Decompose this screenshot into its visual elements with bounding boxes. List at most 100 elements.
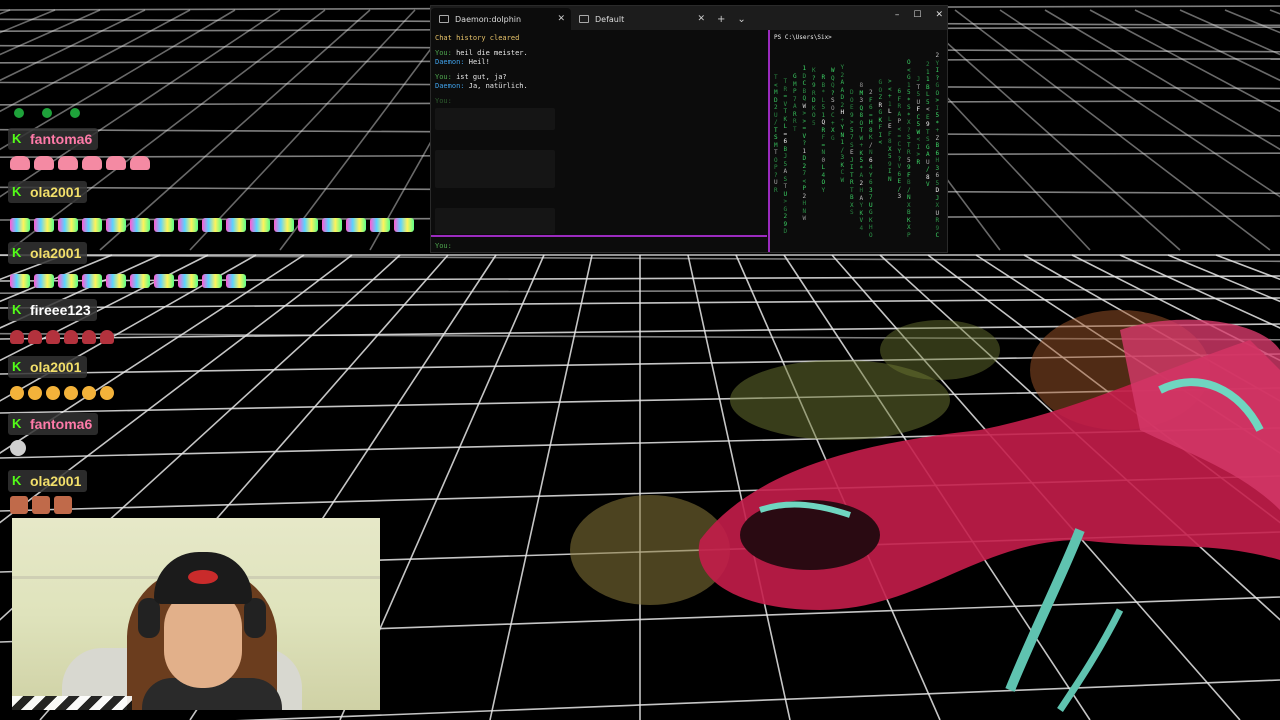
tab-default[interactable]: Default ✕ [571,8,711,30]
matrix-glyph: D [774,96,778,104]
matrix-glyph: X [888,145,892,153]
matrix-glyph: = [897,133,902,140]
emote-row [10,386,114,400]
matrix-glyph: C [916,113,921,121]
matrix-glyph: P [802,185,807,192]
matrix-glyph: / [926,166,930,173]
chat-username[interactable]: Kola2001 [8,242,88,264]
rainbow-emote-icon [106,274,126,288]
powershell-pane[interactable]: PS C:\Users\Six> T < M D 2 U / T S M T O P? U R T R = V T K L… [768,30,948,252]
round-emote-icon [10,440,26,456]
matrix-glyph: M [859,89,864,97]
chat-username[interactable]: Kfantoma6 [8,413,99,435]
matrix-glyph: 4 [869,164,873,171]
emote-row [10,274,246,288]
matrix-glyph: A [859,172,864,179]
chat-pane[interactable]: Chat history cleared You: heil die meist… [431,30,767,252]
matrix-glyph: U [774,111,778,119]
maximize-button[interactable]: ☐ [913,10,921,20]
kick-badge-icon: K [12,359,22,374]
matrix-glyph: + [831,119,835,127]
matrix-glyph: G [926,143,930,151]
matrix-glyph: W [840,176,845,184]
matrix-glyph: V [859,217,864,224]
tab-daemon-dolphin[interactable]: Daemon:dolphin ✕ [431,8,571,30]
matrix-glyph: B [783,145,788,153]
matrix-glyph: G [831,134,835,142]
tab-label: Daemon:dolphin [455,14,522,24]
matrix-glyph: > [935,97,940,104]
matrix-glyph: G [878,79,883,86]
matrix-glyph: < [774,81,778,89]
matrix-glyph: G [935,82,940,89]
matrix-glyph: D [840,94,845,101]
matrix-glyph: M [774,141,778,149]
matrix-glyph: T [774,74,778,81]
matrix-glyph: 2 [926,61,930,68]
creature-visualizer [570,310,1280,712]
matrix-glyph: 8 [869,126,873,134]
close-tab-icon[interactable]: ✕ [697,14,705,24]
matrix-glyph: G [869,209,873,216]
rainbow-emote-icon [346,218,366,232]
matrix-glyph: H [840,109,845,116]
matrix-glyph: / [897,185,902,193]
matrix-glyph: F [821,134,826,141]
matrix-glyph: P [774,164,778,171]
chat-username[interactable]: Kfantoma6 [8,128,99,150]
rainbow-emote-icon [202,274,222,288]
matrix-glyph: S [850,209,854,216]
matrix-glyph: F [897,95,902,103]
matrix-glyph: J [850,156,854,164]
close-window-button[interactable]: ✕ [935,10,943,20]
chat-username[interactable]: Kola2001 [8,181,88,203]
matrix-glyph: > [802,117,807,125]
matrix-glyph: R [916,158,921,166]
matrix-glyph: D [935,187,940,194]
matrix-glyph: O [774,156,778,164]
matrix-glyph: 5 [859,157,864,164]
matrix-glyph: C [831,112,835,119]
matrix-glyph: C [840,169,845,176]
pink-emote-icon [10,156,30,170]
matrix-glyph: S [907,134,911,141]
matrix-glyph: B [907,209,911,216]
matrix-glyph: K [812,104,816,112]
new-tab-button[interactable]: + [711,8,731,30]
red-emote-icon [82,330,96,344]
matrix-glyph: O [859,119,864,127]
chat-username[interactable]: Kola2001 [8,356,88,378]
matrix-glyph: D [812,97,816,104]
matrix-glyph: ? [774,171,778,179]
matrix-glyph: W [802,102,807,110]
matrix-glyph: W [916,128,921,136]
kick-badge-icon: K [12,416,22,431]
terminal-window[interactable]: Daemon:dolphin ✕ Default ✕ + ⌄ – ☐ ✕ Cha… [430,5,948,253]
matrix-glyph: 7 [850,134,854,141]
green-emote-icon [70,108,80,118]
close-tab-icon[interactable]: ✕ [557,14,565,24]
matrix-glyph: R [793,118,797,125]
matrix-glyph: C [897,140,902,148]
matrix-glyph: = [821,141,826,149]
matrix-glyph: W [802,215,807,222]
rainbow-emote-icon [82,218,102,232]
chat-username[interactable]: Kola2001 [8,470,88,492]
matrix-glyph: A [840,79,845,86]
emote-row [10,330,114,344]
username-text: fantoma6 [30,131,93,147]
username-text: ola2001 [30,184,82,200]
rainbow-emote-icon [34,274,54,288]
input-prompt[interactable]: You: [435,242,452,251]
matrix-glyph: O [850,96,854,104]
minimize-button[interactable]: – [895,10,900,20]
matrix-glyph: D [850,89,854,96]
matrix-glyph: + [840,116,845,124]
matrix-glyph: H [869,224,873,231]
chevron-down-icon[interactable]: ⌄ [731,8,751,30]
matrix-glyph: A [793,103,797,110]
matrix-glyph: T [774,149,778,156]
matrix-glyph: E [926,113,930,121]
chat-username[interactable]: Kfireee123 [8,299,97,321]
matrix-glyph: 5 [916,121,921,128]
